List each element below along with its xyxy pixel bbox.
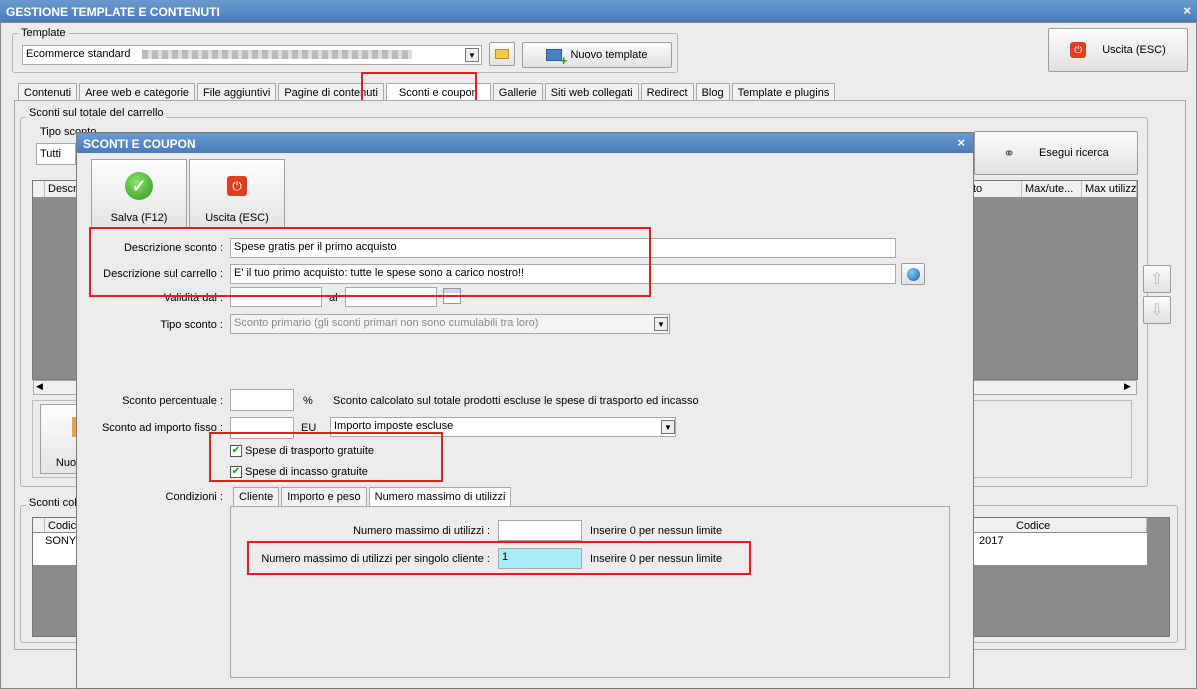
cond-tab-cliente[interactable]: Cliente xyxy=(233,487,280,506)
window-title: GESTIONE TEMPLATE E CONTENUTI xyxy=(0,0,1197,22)
search-button[interactable]: ⚭ Esegui ricerca xyxy=(974,131,1138,175)
add-template-icon: + xyxy=(546,49,567,67)
folder-icon xyxy=(495,49,509,59)
arrow-down-icon: ⇩ xyxy=(1150,302,1164,319)
coll-row-date: 2017 xyxy=(979,535,1004,547)
globe-icon xyxy=(906,267,920,281)
cart-discounts-label: Sconti sul totale del carrello xyxy=(26,107,167,119)
folder-button[interactable] xyxy=(489,42,515,66)
conditions-label: Condizioni : xyxy=(165,491,223,503)
grid-col-max-uses[interactable]: Max utilizz xyxy=(1082,181,1137,197)
coll-col-codice2[interactable]: Codice xyxy=(1013,518,1147,532)
coll-col-spacer xyxy=(33,518,45,532)
conditions-tabs: Cliente Importo e peso Numero massimo di… xyxy=(233,487,512,506)
highlight-checkboxes xyxy=(209,432,443,482)
type-label: Tipo sconto : xyxy=(160,319,223,331)
template-select[interactable]: Ecommerce standard xyxy=(22,45,482,65)
max-uses-label: Numero massimo di utilizzi : xyxy=(353,525,490,537)
save-button[interactable]: ✓ Salva (F12) xyxy=(91,159,187,229)
fixed-label: Sconto ad importo fisso : xyxy=(101,422,223,434)
power-icon: ⏻ xyxy=(1070,42,1087,58)
highlight-descriptions xyxy=(89,227,651,297)
tax-value: Importo imposte escluse xyxy=(334,420,454,432)
perc-label: Sconto percentuale : xyxy=(122,395,223,407)
search-label: Esegui ricerca xyxy=(1039,147,1109,159)
exit-main-label: Uscita (ESC) xyxy=(1102,44,1166,56)
highlight-max-per-client xyxy=(247,541,751,575)
checkmark-icon: ✓ xyxy=(125,172,153,200)
cond-tab-max-utilizzi[interactable]: Numero massimo di utilizzi xyxy=(368,487,512,506)
new-discount-button[interactable]: Nuo xyxy=(40,404,80,474)
discount-modal: SCONTI E COUPON × ✓ Salva (F12) ⏻ Uscita… xyxy=(76,132,974,689)
arrow-up-icon: ⇧ xyxy=(1150,271,1164,288)
modal-exit-button[interactable]: ⏻ Uscita (ESC) xyxy=(189,159,285,229)
modal-exit-label: Uscita (ESC) xyxy=(205,212,269,224)
grid-col-to[interactable]: to xyxy=(970,181,1022,197)
max-uses-input[interactable] xyxy=(498,520,582,541)
scroll-right-icon[interactable]: ▶ xyxy=(1124,381,1131,392)
grid-col-spacer xyxy=(33,181,45,197)
template-select-value: Ecommerce standard xyxy=(26,48,131,60)
cond-tab-importo[interactable]: Importo e peso xyxy=(281,487,367,506)
template-select-blurred xyxy=(141,49,412,59)
type-value: Sconto primario (gli sconti primari non … xyxy=(234,317,539,329)
move-up-button[interactable]: ⇧ xyxy=(1143,265,1171,293)
chevron-down-icon[interactable]: ▼ xyxy=(654,317,668,331)
grid-col-max-user[interactable]: Max/ute... xyxy=(1022,181,1082,197)
type-filter-select[interactable]: Tutti xyxy=(36,143,76,165)
type-select[interactable]: Sconto primario (gli sconti primari non … xyxy=(230,314,670,334)
power-icon: ⏻ xyxy=(227,176,247,196)
type-filter-value: Tutti xyxy=(40,148,61,160)
move-down-button[interactable]: ⇩ xyxy=(1143,296,1171,324)
exit-main-button[interactable]: ⏻ Uscita (ESC) xyxy=(1048,28,1188,72)
template-group-label: Template xyxy=(18,27,69,39)
coll-group-label: Sconti coll xyxy=(26,497,83,509)
new-template-label: Nuovo template xyxy=(570,49,648,61)
window-close-icon[interactable]: × xyxy=(1183,3,1191,18)
modal-title: SCONTI E COUPON xyxy=(77,133,973,153)
binoculars-icon: ⚭ xyxy=(1003,144,1016,161)
chevron-down-icon[interactable]: ▼ xyxy=(661,420,675,434)
perc-note: Sconto calcolato sul totale prodotti esc… xyxy=(333,395,699,407)
new-discount-label: Nuo xyxy=(55,457,77,469)
perc-input[interactable] xyxy=(230,389,294,411)
chevron-down-icon[interactable]: ▼ xyxy=(465,48,479,62)
perc-unit: % xyxy=(303,395,313,407)
scroll-left-icon[interactable]: ◀ xyxy=(36,381,43,392)
save-label: Salva (F12) xyxy=(110,212,168,224)
max-uses-note: Inserire 0 per nessun limite xyxy=(590,525,723,537)
modal-close-icon[interactable]: × xyxy=(957,135,965,150)
new-template-button[interactable]: + Nuovo template xyxy=(522,42,672,68)
translate-button[interactable] xyxy=(901,263,925,285)
